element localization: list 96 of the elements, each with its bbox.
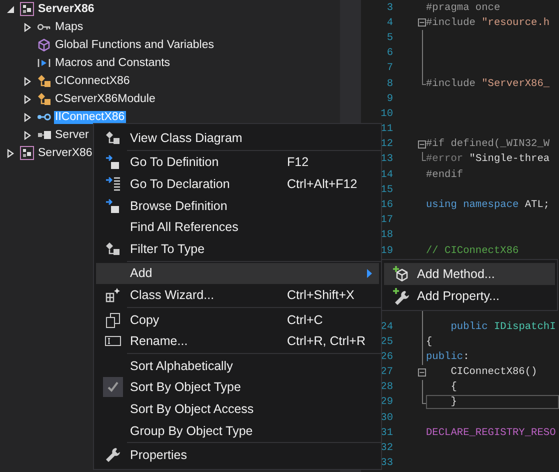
line-number: 6 (386, 47, 393, 60)
code-line: DECLARE_REGISTRY_RESO (426, 426, 557, 440)
line-number: 27 (380, 366, 393, 378)
tree-item[interactable]: Global Functions and Variables (54, 38, 215, 52)
arrow-square-icon (105, 198, 121, 214)
code-line: #include "resource.h (426, 16, 551, 30)
collapsed-arrow-icon[interactable] (23, 94, 32, 104)
line-number: 30 (380, 412, 393, 424)
menu-item[interactable]: Copy Ctrl+C (96, 308, 379, 330)
line-number: 24 (380, 320, 393, 333)
code-line: #endif (426, 168, 464, 182)
line-number: 15 (380, 184, 393, 196)
tree-item[interactable]: CServerX86Module (54, 92, 156, 106)
code-line: { (450, 380, 458, 394)
code-line: #include "ServerX86_ (426, 76, 551, 91)
collapsed-arrow-icon[interactable] (23, 130, 32, 140)
line-number: 5 (386, 32, 393, 44)
cube-plus-icon (392, 265, 410, 283)
line-number: 7 (386, 62, 393, 74)
menu-item[interactable]: Filter To Type (96, 238, 379, 260)
line-number: 11 (380, 123, 393, 136)
tree-item[interactable]: Macros and Constants (54, 56, 172, 70)
tree-item[interactable]: CIConnectX86 (54, 74, 131, 88)
diagram-icon (105, 240, 121, 257)
code-line: using namespace ATL; (426, 198, 551, 212)
line-number: 33 (380, 457, 393, 470)
shortcut-label: F12 (287, 155, 310, 170)
code-line: { (426, 334, 434, 349)
collapsed-arrow-icon[interactable] (23, 22, 32, 32)
tree-item[interactable]: ServerX86 (37, 2, 96, 16)
line-number: 19 (380, 244, 393, 257)
expanded-arrow-icon[interactable] (6, 4, 15, 14)
menu-item[interactable]: Add Method... (384, 263, 555, 285)
fold-icon[interactable] (418, 140, 426, 149)
tree-item[interactable]: Server (54, 128, 90, 142)
code-line: // CIConnectX86 (426, 244, 520, 258)
menu-item[interactable]: Find All References (96, 216, 379, 238)
code-line: public: (426, 350, 470, 364)
wrench-plus-icon (392, 287, 410, 305)
line-number: 28 (380, 381, 393, 394)
code-line: } (426, 395, 559, 410)
line-number: 10 (380, 108, 393, 120)
menu-item[interactable]: Go To Definition F12 (96, 152, 379, 174)
tree-item[interactable]: ServerX86 (37, 146, 94, 160)
fold-icon[interactable] (418, 368, 426, 377)
menu-item[interactable]: Browse Definition (96, 194, 379, 216)
fold-icon[interactable] (418, 18, 426, 28)
shortcut-label: Ctrl+C (287, 312, 324, 327)
code-line: CIConnectX86() (450, 365, 538, 380)
arrow-square-icon (105, 154, 121, 170)
menu-item[interactable]: Rename... Ctrl+R, Ctrl+R (96, 330, 379, 352)
line-number: 26 (380, 350, 393, 363)
line-number: 12 (380, 138, 393, 150)
line-number: 17 (380, 214, 393, 226)
menu-item[interactable]: Sort Alphabetically (96, 354, 379, 377)
class-icon (37, 92, 51, 106)
cube-icon (37, 38, 51, 52)
menu-item[interactable]: Group By Object Type (96, 420, 379, 442)
collapsed-arrow-icon[interactable] (23, 112, 32, 122)
menu-item[interactable]: Sort By Object Access (96, 398, 379, 420)
menu-item[interactable]: Add Property... (384, 285, 555, 307)
line-number: 4 (386, 16, 393, 29)
line-number: 14 (380, 168, 393, 181)
line-number: 3 (386, 2, 393, 14)
wrench-icon (105, 447, 121, 464)
menu-item[interactable]: Class Wizard... Ctrl+Shift+X (96, 284, 379, 306)
copy-icon (105, 312, 121, 328)
wizard-icon (105, 286, 121, 303)
diagram-icon (105, 130, 121, 146)
collapsed-arrow-icon[interactable] (6, 148, 15, 158)
shortcut-label: Ctrl+Alt+F12 (287, 176, 358, 191)
menu-item[interactable]: Add (96, 262, 379, 284)
code-line: public IDispatchI (450, 320, 557, 334)
class-icon (37, 74, 51, 88)
code-line: #if defined(_WIN32_W (426, 137, 551, 152)
macro-icon (37, 56, 51, 70)
code-line: #pragma once (426, 0, 502, 15)
menu-item[interactable]: Sort By Object Type (96, 376, 379, 398)
menu-item[interactable]: Properties (96, 444, 379, 466)
menu-item[interactable]: View Class Diagram (96, 127, 379, 149)
line-number: 8 (386, 78, 393, 90)
code-line: #error "Single-threa (426, 152, 551, 166)
menu-item[interactable]: Go To Declaration Ctrl+Alt+F12 (96, 173, 379, 195)
line-number: 29 (380, 396, 393, 408)
tree-item[interactable]: Maps (54, 20, 84, 34)
arrow-lines-icon (105, 176, 121, 192)
project-icon (20, 146, 34, 160)
line-number: 9 (386, 92, 393, 105)
shortcut-label: Ctrl+Shift+X (287, 288, 356, 302)
module-icon (37, 128, 51, 142)
line-number: 16 (380, 199, 393, 212)
collapsed-arrow-icon[interactable] (23, 76, 32, 86)
shortcut-label: Ctrl+R, Ctrl+R (287, 334, 366, 348)
line-number: 32 (380, 442, 393, 454)
line-number: 13 (380, 153, 393, 166)
line-number: 18 (380, 229, 393, 242)
